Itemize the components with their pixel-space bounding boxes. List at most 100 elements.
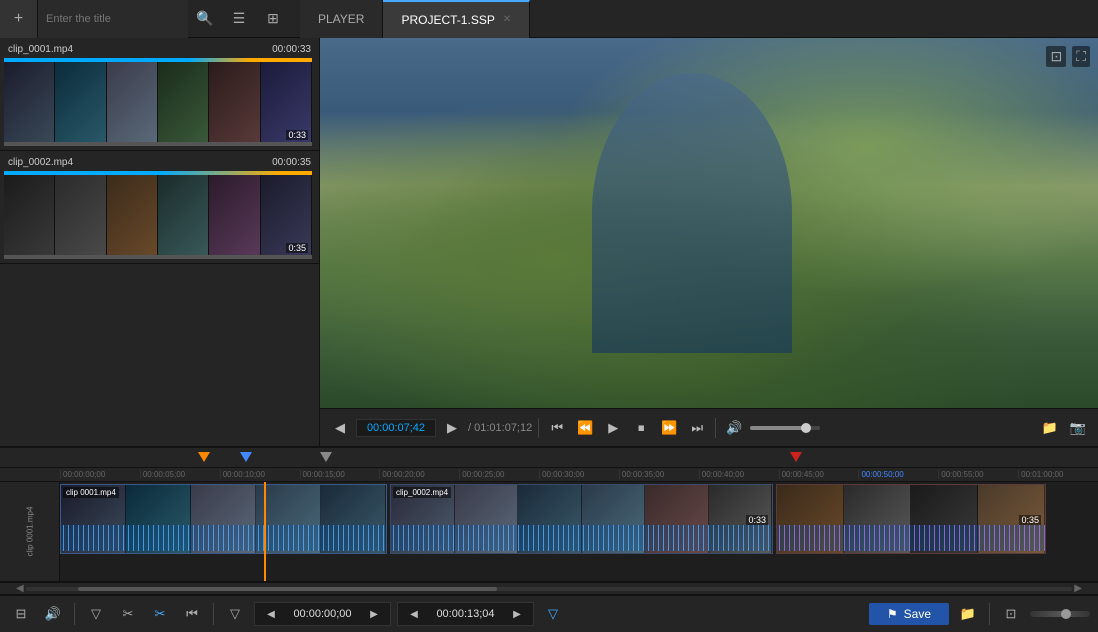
playback-timecode-control: ◀ 00:00:00;00 ▶ [254,602,391,626]
clip-name-2: clip_0002.mp4 [8,157,73,168]
timeline-area: 00:00:00;00 00:00:05;00 00:00:10;00 00:0… [0,446,1098,582]
save-button[interactable]: ⚑ Save [869,603,949,625]
thumb-duration-2: 0:35 [286,243,308,253]
tick-12: 00:01:00;00 [1018,470,1098,479]
ruler-ticks: 00:00:00;00 00:00:05;00 00:00:10;00 00:0… [60,470,1098,479]
thumb-bar-top-2 [4,171,312,175]
thumb-cell-2-5 [209,171,260,259]
figure-overlay [592,73,792,353]
bottom-sep-1 [74,603,75,625]
layout-icon[interactable]: ⊡ [998,601,1024,627]
thumb-cell-1-1 [4,58,55,146]
video-track-content[interactable]: clip 0001.mp4 clip_0002.mp4 [60,482,1098,581]
clip-header-2: clip_0002.mp4 00:00:35 [4,155,315,171]
audio-icon[interactable]: 🔊 [40,601,66,627]
cut-icon[interactable]: ✂ [115,601,141,627]
top-bar: + 🔍 ☰ ⊞ PLAYER PROJECT-1.SSP ✕ [0,0,1098,38]
timeline-clip-1-label: clip 0001.mp4 [63,487,119,498]
tick-6: 00:00:30;00 [539,470,619,479]
play-button[interactable]: ▶ [601,416,625,440]
clip-duration-2: 00:00:35 [272,157,311,168]
step-fwd-button[interactable]: ⏭ [685,416,709,440]
tick-10: 00:00:50;00 [858,470,938,479]
main-area: clip_0001.mp4 00:00:33 0:33 cl [0,38,1098,446]
fullscreen-icon[interactable]: ⛶ [1072,46,1090,67]
duration-display: 00:00:13;04 [428,608,503,620]
tick-0: 00:00:00;00 [60,470,140,479]
timeline-clip-3[interactable]: 0:35 [776,484,1046,554]
duration-control: ◀ 00:00:13;04 ▶ [397,602,534,626]
tab-project[interactable]: PROJECT-1.SSP ✕ [383,0,530,38]
list-view-icon[interactable]: ☰ [222,0,256,38]
timecode-prev-button[interactable]: ◀ [259,602,283,626]
export-icon[interactable]: 📁 [1038,416,1062,440]
clip-duration-1: 00:00:33 [272,44,311,55]
playhead-line [264,482,266,581]
stop-button[interactable]: ⏹ [629,416,653,440]
duration-next-button[interactable]: ▶ [505,602,529,626]
trim-icon[interactable]: ✂ [147,601,173,627]
tab-player[interactable]: PLAYER [300,0,383,38]
scroll-thumb[interactable] [78,587,497,591]
video-preview: ⊡ ⛶ [320,38,1098,408]
step-back-button[interactable]: ⏮ [545,416,569,440]
total-time-display: / 01:01:07;12 [468,422,532,434]
scroll-right-arrow[interactable]: ▶ [1072,583,1084,594]
clip2-marker [790,452,802,462]
fit-window-icon[interactable]: ⊡ [1046,46,1066,67]
volume-icon[interactable]: 🔊 [722,416,746,440]
tick-7: 00:00:35;00 [619,470,699,479]
volume-slider[interactable] [750,426,820,430]
title-input[interactable] [38,0,188,38]
snapshot-icon[interactable]: 📷 [1066,416,1090,440]
prev-frame-button[interactable]: ◀ [328,416,352,440]
player-area: ⊡ ⛶ ◀ 00:00:07;42 ▶ / 01:01:07;12 ⏮ ⏪ ▶ … [320,38,1098,446]
filter2-icon[interactable]: ▽ [222,601,248,627]
timeline-clip-1[interactable]: clip 0001.mp4 [60,484,387,554]
video-track-label: clip 0001.mp4 [0,482,60,581]
waveform-inner-2 [391,525,772,551]
control-separator-2 [715,418,716,438]
waveform-inner-3 [777,525,1045,551]
in-point-marker [240,452,252,462]
clip-item-1[interactable]: clip_0001.mp4 00:00:33 0:33 [0,38,319,151]
duration-prev-button[interactable]: ◀ [402,602,426,626]
output-folder-icon[interactable]: 📁 [955,601,981,627]
timeline-clip-2[interactable]: clip_0002.mp4 0:33 [390,484,773,554]
thumb-cell-2-1 [4,171,55,259]
next-frame-button[interactable]: ▶ [440,416,464,440]
horizontal-scrollbar[interactable]: ◀ ▶ [0,582,1098,594]
clip-item-2[interactable]: clip_0002.mp4 00:00:35 0:35 [0,151,319,264]
bottom-bar: ⊟ 🔊 ▽ ✂ ✂ ⏮ ▽ ◀ 00:00:00;00 ▶ ◀ 00:00:13… [0,594,1098,632]
out-point-marker [320,452,332,462]
timeline-clip-1-waveform [61,525,386,551]
clip-thumb-2: 0:35 [4,171,312,259]
frame-fwd-button[interactable]: ⏩ [657,416,681,440]
thumb-cell-2-2 [55,171,106,259]
clip-tool-icon[interactable]: ⏮ [179,601,205,627]
zoom-slider[interactable] [1030,611,1090,617]
left-panel: clip_0001.mp4 00:00:33 0:33 cl [0,38,320,446]
filter3-icon[interactable]: ▽ [540,601,566,627]
tab-close-icon[interactable]: ✕ [503,14,511,25]
bottom-sep-2 [213,603,214,625]
add-button[interactable]: + [0,0,38,38]
playhead-triangle [198,452,210,462]
clip-thumb-1: 0:33 [4,58,312,146]
tick-3: 00:00:15;00 [300,470,380,479]
filter-icon[interactable]: ▽ [83,601,109,627]
search-icon[interactable]: 🔍 [188,0,222,38]
scroll-track[interactable] [26,587,1073,591]
thumb-duration-1: 0:33 [286,130,308,140]
video-track-row: clip 0001.mp4 clip 0001.mp4 clip_000 [0,482,1098,582]
storyboard-icon[interactable]: ⊟ [8,601,34,627]
tick-8: 00:00:40;00 [699,470,779,479]
thumb-cell-1-4 [158,58,209,146]
bottom-sep-3 [989,603,990,625]
thumb-cell-2-4 [158,171,209,259]
scroll-left-arrow[interactable]: ◀ [14,583,26,594]
timecode-next-button[interactable]: ▶ [362,602,386,626]
frame-back-button[interactable]: ⏪ [573,416,597,440]
clip-header-1: clip_0001.mp4 00:00:33 [4,42,315,58]
grid-view-icon[interactable]: ⊞ [256,0,290,38]
